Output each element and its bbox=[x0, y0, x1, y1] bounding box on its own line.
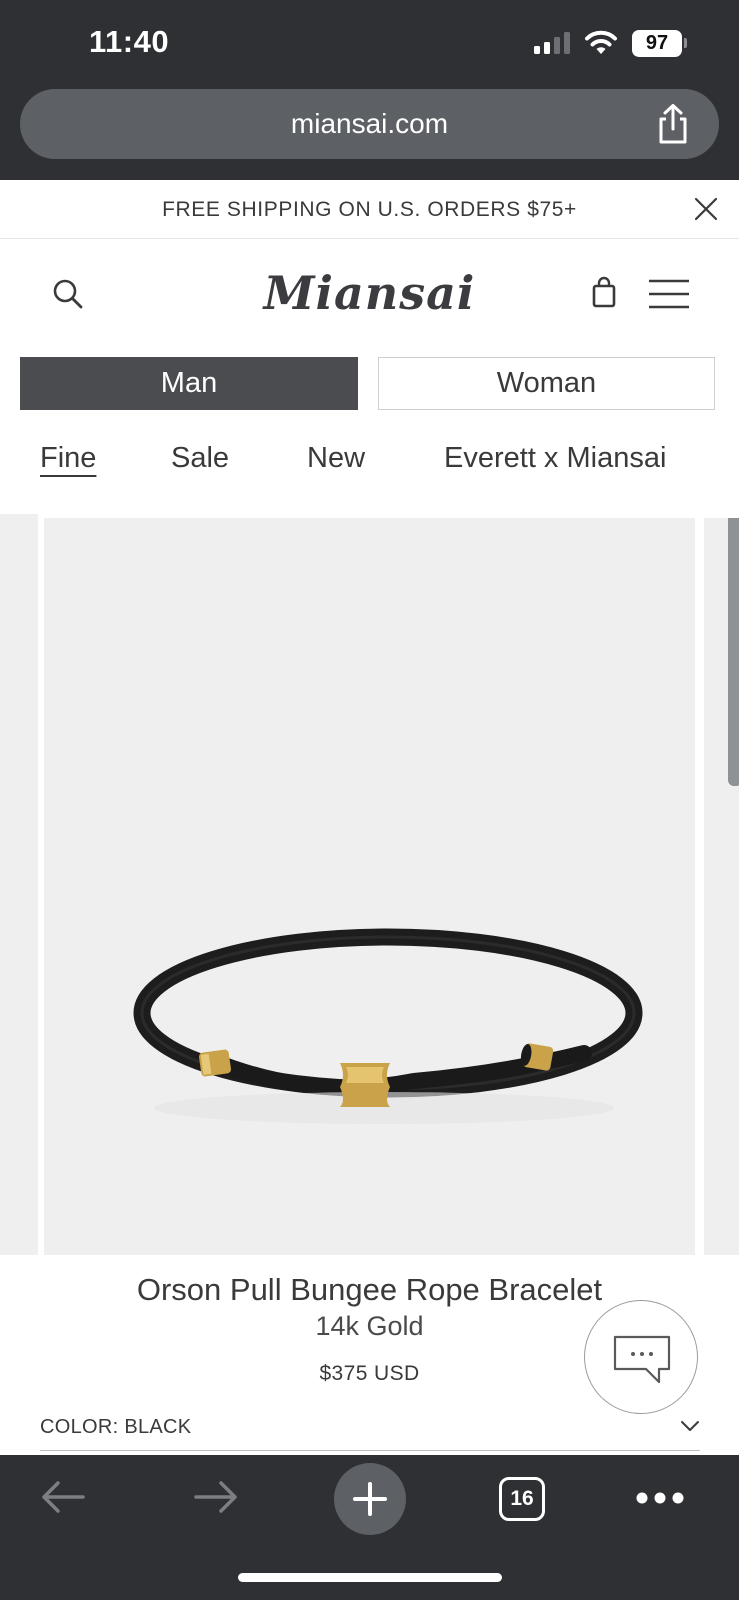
home-indicator bbox=[238, 1573, 502, 1582]
category-new[interactable]: New bbox=[307, 442, 365, 475]
url-bar[interactable]: miansai.com bbox=[20, 89, 719, 159]
carousel-next-slide[interactable] bbox=[704, 518, 739, 1255]
chat-bubble-icon bbox=[613, 1335, 671, 1384]
forward-arrow-icon[interactable] bbox=[193, 1479, 239, 1515]
product-image[interactable] bbox=[44, 518, 695, 1255]
more-icon[interactable] bbox=[636, 1491, 684, 1505]
browser-top-chrome: 11:40 97 miansai.com bbox=[0, 0, 739, 180]
hamburger-menu-icon[interactable] bbox=[648, 278, 690, 310]
battery-icon: 97 bbox=[632, 29, 687, 57]
tabs-icon[interactable]: 16 bbox=[499, 1477, 545, 1521]
new-tab-button[interactable] bbox=[334, 1463, 406, 1535]
promo-text: FREE SHIPPING ON U.S. ORDERS $75+ bbox=[162, 198, 577, 221]
share-icon[interactable] bbox=[653, 103, 693, 145]
wifi-icon bbox=[585, 30, 617, 54]
carousel-previous-slide[interactable] bbox=[0, 514, 38, 1255]
plus-icon bbox=[353, 1482, 387, 1516]
browser-toolbar: 16 bbox=[0, 1455, 739, 1600]
color-selector-divider bbox=[40, 1450, 700, 1451]
site-header: Miansai bbox=[0, 240, 739, 350]
status-time: 11:40 bbox=[89, 24, 170, 59]
category-everett-x-miansai[interactable]: Everett x Miansai bbox=[444, 442, 666, 475]
shopping-bag-icon[interactable] bbox=[590, 276, 618, 308]
category-sale[interactable]: Sale bbox=[171, 442, 229, 475]
category-fine[interactable]: Fine bbox=[40, 442, 96, 475]
next-product-preview bbox=[728, 518, 739, 786]
gender-tab-man[interactable]: Man bbox=[20, 357, 358, 410]
promo-banner: FREE SHIPPING ON U.S. ORDERS $75+ bbox=[0, 180, 739, 239]
color-selector-label[interactable]: COLOR: BLACK bbox=[40, 1416, 191, 1439]
cellular-signal-icon bbox=[534, 32, 570, 54]
url-text: miansai.com bbox=[290, 108, 449, 139]
back-arrow-icon[interactable] bbox=[40, 1479, 86, 1515]
gender-tab-woman[interactable]: Woman bbox=[378, 357, 715, 410]
battery-level: 97 bbox=[632, 29, 682, 57]
close-icon[interactable] bbox=[693, 196, 719, 222]
bracelet-image bbox=[133, 928, 643, 1124]
status-icons: 97 bbox=[534, 28, 687, 58]
chevron-down-icon[interactable] bbox=[680, 1419, 700, 1433]
chat-button[interactable] bbox=[584, 1300, 698, 1414]
site-logo[interactable]: Miansai bbox=[0, 266, 739, 320]
